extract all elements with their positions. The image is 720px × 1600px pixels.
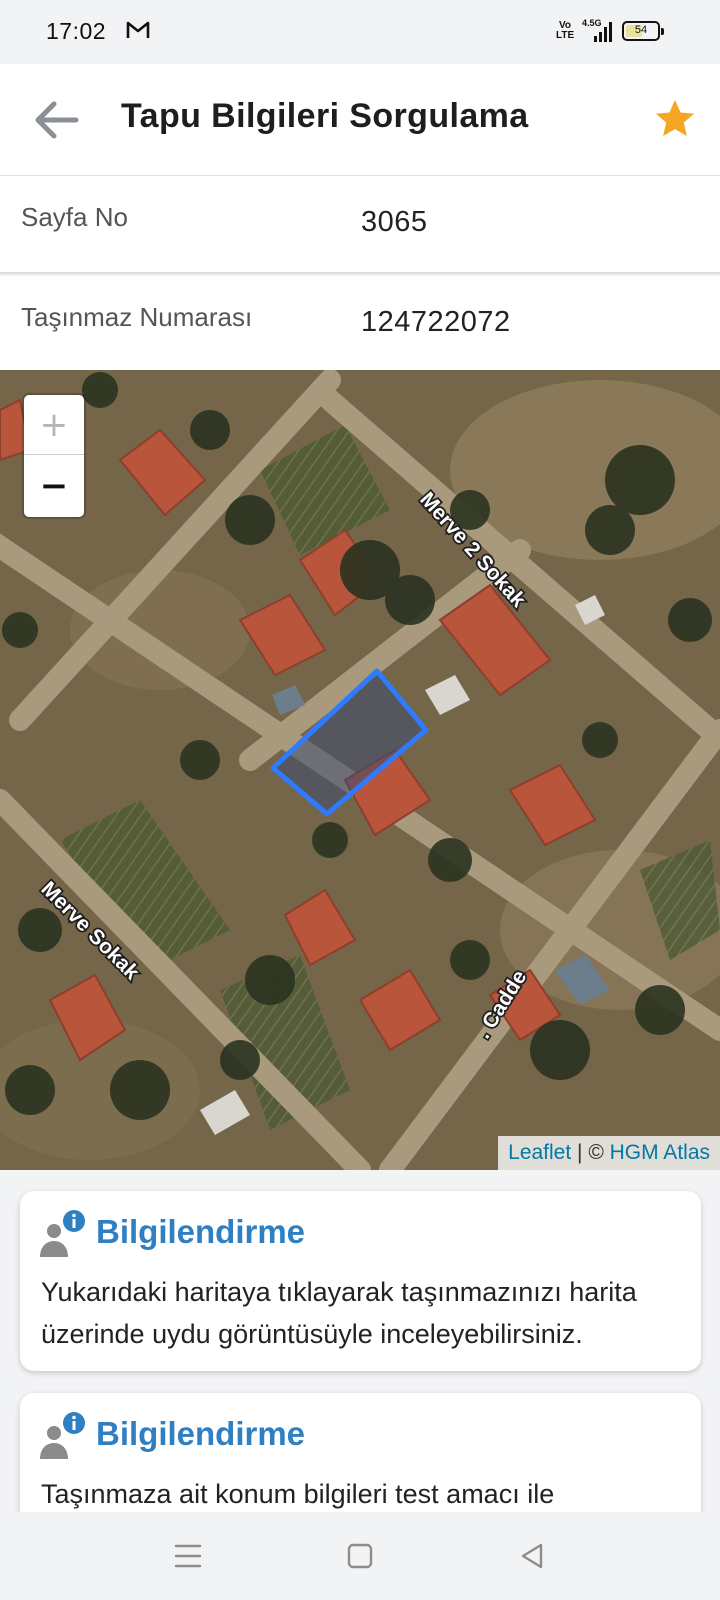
status-time: 17:02 — [46, 18, 107, 44]
field-row-tasinmaz-numarasi: Taşınmaz Numarası 124722072 — [0, 276, 720, 374]
field-label: Taşınmaz Numarası — [21, 302, 253, 332]
status-icons: Vo LTE 4.5G 54 — [556, 18, 664, 42]
card-text: Yukarıdaki haritaya tıklayarak taşınmazı… — [41, 1277, 637, 1349]
zoom-control: + − — [24, 395, 84, 517]
user-info-icon — [40, 1412, 85, 1459]
zoom-in-button[interactable]: + — [24, 395, 84, 455]
status-bar: 17:02 Vo LTE 4.5G 54 — [0, 0, 720, 64]
satellite-map[interactable]: Merve 2 Sokak Merve Sokak . Cadde + − Le… — [0, 370, 720, 1170]
app-bar: Tapu Bilgileri Sorgulama — [0, 64, 720, 176]
back-icon[interactable] — [510, 1534, 554, 1578]
arrow-left-icon[interactable] — [30, 96, 80, 144]
volte-indicator: Vo LTE — [556, 20, 575, 41]
network-type: 4.5G — [582, 18, 602, 28]
field-label: Sayfa No — [21, 202, 128, 232]
system-nav-bar — [0, 1512, 720, 1600]
attribution-separator: | © — [571, 1141, 610, 1164]
battery-icon: 54 — [622, 21, 664, 41]
signal-icon: 4.5G — [582, 18, 614, 42]
info-card: Bilgilendirme Yukarıdaki haritaya tıklay… — [20, 1191, 701, 1371]
map-attribution: Leaflet | © HGM Atlas — [498, 1136, 720, 1170]
menu-icon[interactable] — [166, 1534, 210, 1578]
home-icon[interactable] — [338, 1534, 382, 1578]
field-value: 124722072 — [361, 306, 511, 338]
gmail-icon — [126, 21, 150, 38]
battery-level: 54 — [634, 24, 648, 36]
user-info-icon — [40, 1210, 85, 1257]
field-row-sayfa-no: Sayfa No 3065 — [0, 176, 720, 274]
zoom-out-button[interactable]: − — [24, 456, 84, 516]
map-imagery: Merve 2 Sokak Merve Sokak . Cadde — [0, 370, 720, 1170]
leaflet-link[interactable]: Leaflet — [508, 1141, 571, 1164]
field-value: 3065 — [361, 206, 428, 238]
star-icon[interactable] — [652, 96, 698, 142]
card-text: Taşınmaza ait konum bilgileri test amacı… — [41, 1479, 555, 1509]
card-title: Bilgilendirme — [96, 1415, 306, 1452]
hgm-atlas-link[interactable]: HGM Atlas — [610, 1141, 710, 1164]
page-title: Tapu Bilgileri Sorgulama — [121, 97, 529, 135]
card-title: Bilgilendirme — [96, 1213, 306, 1250]
